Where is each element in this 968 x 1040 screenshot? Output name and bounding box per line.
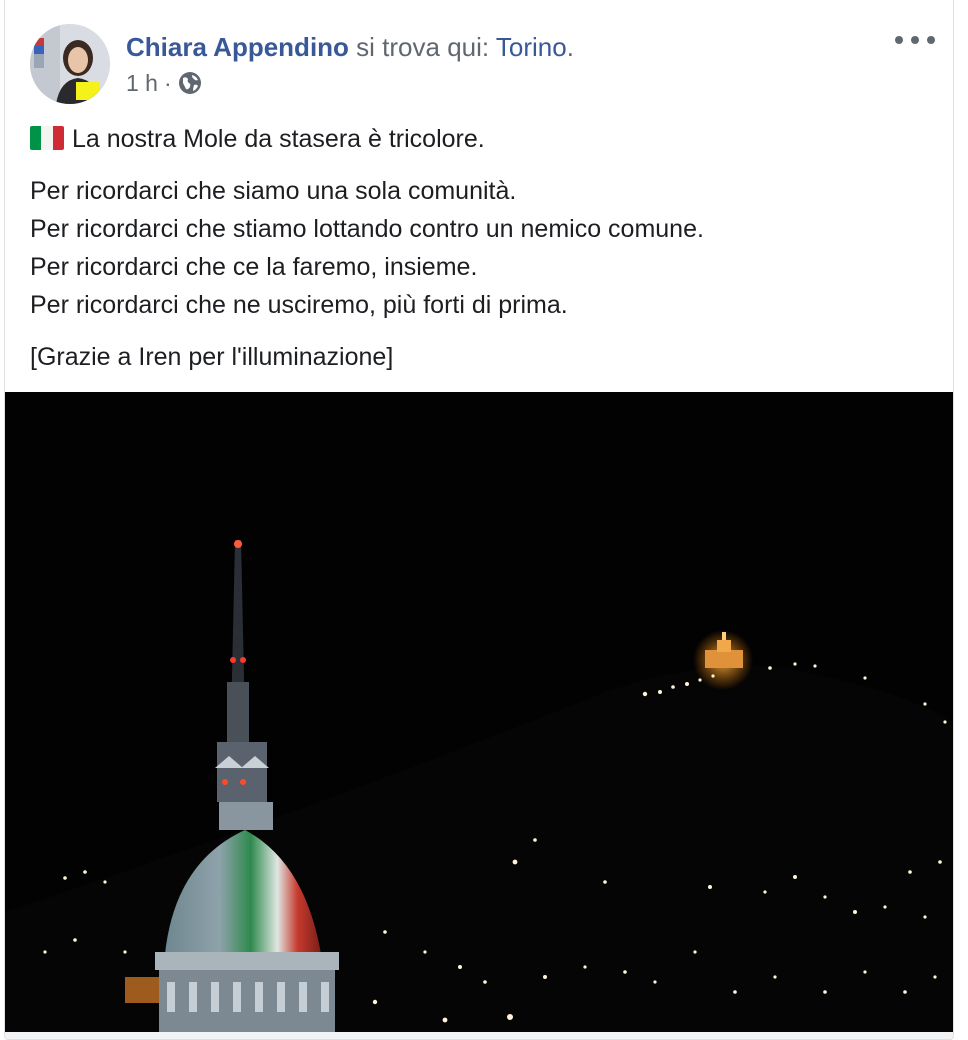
post-meta: 1 h · xyxy=(126,68,202,98)
post-photo[interactable] xyxy=(5,392,953,1032)
night-city-photo xyxy=(5,392,953,1032)
post-card: Chiara Appendino si trova qui: Torino. 1… xyxy=(4,0,954,1040)
globe-icon[interactable] xyxy=(178,71,202,95)
post-line: Per ricordarci che stiamo lottando contr… xyxy=(30,215,704,243)
author-name[interactable]: Chiara Appendino xyxy=(126,32,349,62)
post-title-line: Chiara Appendino si trova qui: Torino. xyxy=(126,30,574,64)
location-suffix: . xyxy=(566,32,574,62)
italy-flag-icon xyxy=(30,126,64,150)
post-text: La nostra Mole da stasera è tricolore. P… xyxy=(30,120,930,390)
post-line: Per ricordarci che siamo una sola comuni… xyxy=(30,177,517,205)
meta-separator: · xyxy=(163,70,172,96)
post-line: Per ricordarci che ce la faremo, insieme… xyxy=(30,253,478,281)
location-link[interactable]: Torino xyxy=(496,32,567,62)
more-options-button[interactable] xyxy=(895,28,935,52)
location-prefix: si trova qui: xyxy=(356,32,496,62)
post-timestamp[interactable]: 1 h xyxy=(126,68,158,98)
post-line: Per ricordarci che ne usciremo, più fort… xyxy=(30,291,568,319)
post-credit: [Grazie a Iren per l'illuminazione] xyxy=(30,343,394,371)
post-paragraph: Per ricordarci che siamo una sola comuni… xyxy=(30,172,930,324)
avatar[interactable] xyxy=(30,24,110,104)
post-footer-divider xyxy=(5,1032,953,1039)
more-dot xyxy=(911,36,919,44)
more-horizontal-icon xyxy=(895,36,903,44)
post-line-1: La nostra Mole da stasera è tricolore. xyxy=(30,120,930,158)
more-dot xyxy=(927,36,935,44)
post-headline: La nostra Mole da stasera è tricolore. xyxy=(72,125,485,153)
post-header: Chiara Appendino si trova qui: Torino. 1… xyxy=(5,0,953,110)
